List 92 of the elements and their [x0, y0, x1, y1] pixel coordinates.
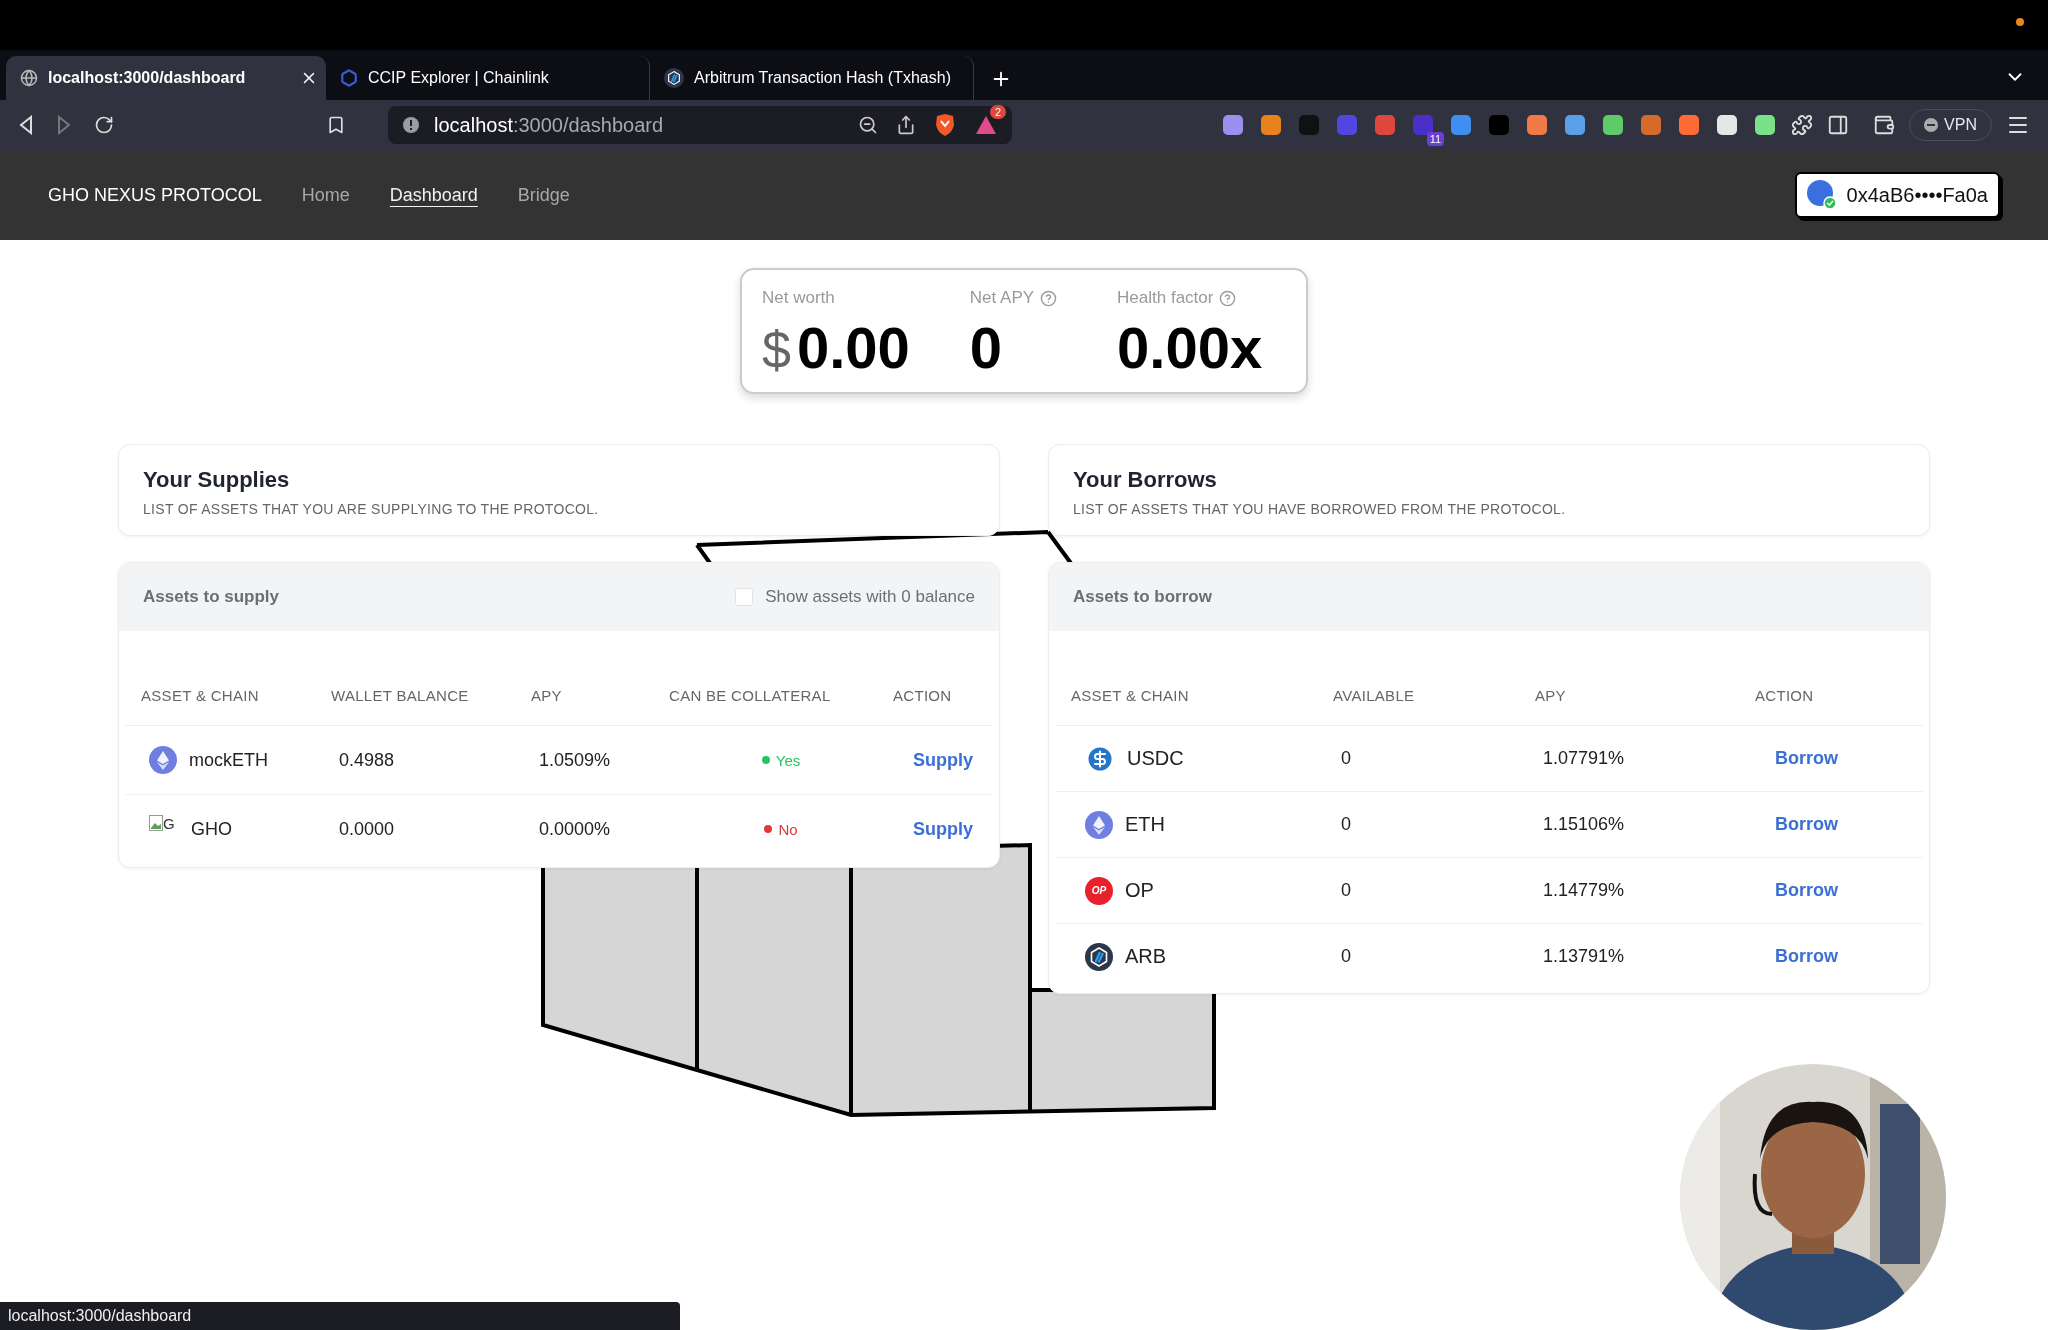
stat-label: Net worth	[762, 288, 835, 308]
nav-link[interactable]: Dashboard	[389, 184, 478, 206]
currency-symbol: $	[762, 320, 791, 380]
status-bar: localhost:3000/dashboard	[0, 1302, 680, 1330]
section-subtitle: LIST OF ASSETS THAT YOU HAVE BORROWED FROM THE PROTOCOL.	[1073, 501, 1567, 517]
ethereum-icon	[149, 746, 177, 774]
broken-image: G	[149, 815, 179, 843]
avatar-icon	[1806, 180, 1837, 210]
info-icon	[402, 116, 420, 134]
table-cell-text: 0.0000%	[538, 818, 612, 840]
minus-circle-icon	[1924, 118, 1939, 132]
brand-name: GHO NEXUS PROTOCOL	[48, 184, 262, 206]
share-icon[interactable]	[896, 115, 916, 135]
help-icon[interactable]	[1219, 289, 1237, 307]
table-cell-text: 1.14779%	[1542, 880, 1626, 901]
extension-icon[interactable]	[1753, 113, 1778, 137]
asset-name: ARB	[1125, 945, 1167, 968]
puzzle-icon[interactable]	[1791, 114, 1814, 136]
table-cell-text: 1.15106%	[1542, 814, 1626, 835]
browser-tab[interactable]: localhost:3000/dashboard	[6, 56, 326, 100]
asset-name: OP	[1125, 879, 1154, 902]
borrow-link[interactable]: Borrow	[1755, 880, 1923, 901]
wallet-icon[interactable]	[1873, 114, 1896, 136]
sidebar-icon[interactable]	[1827, 114, 1850, 136]
column-header: ACTION	[893, 686, 953, 704]
table-cell-text: 0	[1340, 748, 1352, 769]
column-header: CAN BE COLLATERAL	[669, 686, 832, 704]
count-badge: 11	[1426, 132, 1445, 146]
bookmark-icon[interactable]	[326, 115, 346, 135]
column-header: APY	[531, 686, 563, 704]
op-logo: OP	[1085, 876, 1113, 905]
section-title: Your Supplies	[143, 467, 291, 493]
asset-name: mockETH	[189, 749, 268, 771]
forward-icon[interactable]	[56, 115, 72, 135]
section-subtitle: LIST OF ASSETS THAT YOU ARE SUPPLYING TO THE PROTOCOL.	[143, 501, 600, 517]
stat-value: 0.00	[796, 314, 910, 381]
table-cell-text: 0.4988	[338, 749, 396, 771]
notification-badge: 2	[989, 105, 1006, 119]
reload-icon[interactable]	[94, 115, 114, 135]
column-header: APY	[1535, 686, 1567, 704]
column-header: AVAILABLE	[1333, 686, 1416, 704]
back-icon[interactable]	[18, 115, 34, 135]
extension-icon[interactable]	[1563, 113, 1588, 137]
arbitrum-icon	[1085, 942, 1113, 971]
extension-icon[interactable]	[1601, 113, 1626, 137]
table-cell-text: 1.0509%	[538, 749, 612, 771]
help-icon[interactable]	[1040, 289, 1058, 307]
column-header: WALLET BALANCE	[331, 686, 470, 704]
table-cell-text: 0	[1340, 946, 1352, 967]
table-title: Assets to supply	[143, 587, 280, 607]
section-title: Your Borrows	[1073, 467, 1218, 493]
asset-name: ETH	[1125, 813, 1165, 836]
supply-link[interactable]: Supply	[893, 818, 993, 840]
stat-label: Net APY	[969, 288, 1035, 308]
collateral-status: No	[764, 820, 798, 838]
extension-icon[interactable]	[1677, 113, 1702, 137]
table-cell-text: 0.0000	[338, 818, 396, 840]
asset-name: USDC	[1127, 747, 1184, 770]
extension-icon[interactable]	[1525, 113, 1550, 137]
checkbox[interactable]	[735, 588, 754, 606]
table-cell-text: 1.07791%	[1542, 748, 1626, 769]
nav-link[interactable]: Home	[301, 184, 350, 206]
stat-value: 0.00x	[1117, 314, 1263, 381]
table-title: Assets to borrow	[1073, 587, 1212, 607]
notification-dot	[2016, 18, 2024, 26]
stat-value: 0	[969, 314, 1003, 381]
table-cell-text: 0	[1340, 880, 1352, 901]
extension-icon[interactable]	[1715, 113, 1740, 137]
address-bar[interactable]: localhost:3000/dashboard 2	[388, 106, 1012, 144]
globe-icon	[20, 69, 38, 87]
wallet-button[interactable]: 0x4aB6••••Fa0a	[1794, 172, 2000, 218]
column-header: ASSET & CHAIN	[141, 686, 260, 704]
borrow-link[interactable]: Borrow	[1755, 748, 1923, 769]
table-cell-text: 0	[1340, 814, 1352, 835]
extension-icon[interactable]	[1221, 113, 1246, 137]
extension-icon[interactable]	[1259, 113, 1284, 137]
column-header: ASSET & CHAIN	[1071, 686, 1190, 704]
hexagon-icon	[340, 69, 358, 87]
url-text: localhost:3000/dashboard	[434, 113, 664, 137]
column-header: ACTION	[1755, 686, 1815, 704]
ethereum-icon	[1085, 810, 1113, 839]
borrow-link[interactable]: Borrow	[1755, 814, 1923, 835]
collateral-status: Yes	[761, 751, 801, 769]
arbitrum-icon	[664, 68, 684, 88]
table-cell-text: 1.13791%	[1542, 946, 1626, 967]
nav-link[interactable]: Bridge	[517, 184, 570, 206]
borrow-link[interactable]: Borrow	[1755, 946, 1923, 967]
zoom-out-icon[interactable]	[858, 115, 878, 135]
zero-balance-toggle[interactable]: Show assets with 0 balance	[735, 587, 975, 607]
stat-label: Health factor	[1117, 288, 1214, 308]
asset-name: GHO	[191, 818, 232, 840]
supply-link[interactable]: Supply	[893, 749, 993, 771]
